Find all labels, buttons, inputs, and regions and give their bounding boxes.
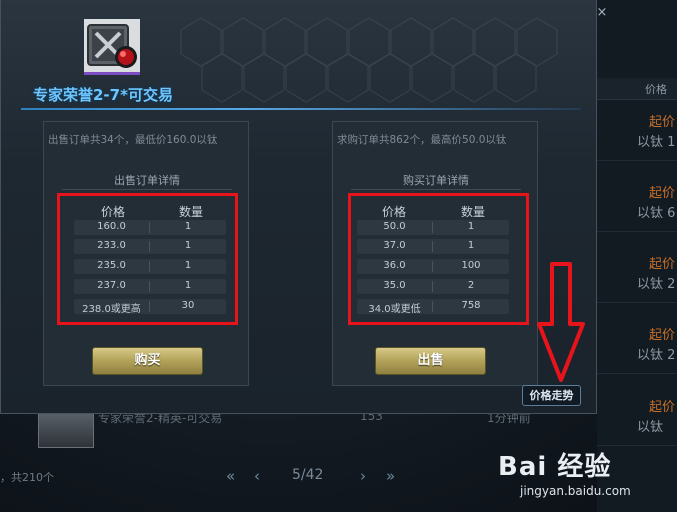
buy-orders-panel: 求购订单共862个，最高价50.0以钛 购买订单详情 价格 数量 50.0 1 … <box>332 121 538 386</box>
subtitle-divider <box>351 189 521 190</box>
list-header: 价格 <box>597 78 677 100</box>
close-icon[interactable]: × <box>596 6 608 20</box>
background-market-list: 价格 起价 以钛 1 起价 以钛 6 起价 以钛 2 起价 以钛 2 起价 以钛 <box>597 0 677 512</box>
list-item-price-label: 起价 <box>649 257 676 272</box>
sell-button[interactable]: 出售 <box>375 347 486 375</box>
sell-orders-panel: 出售订单共34个，最低价160.0以钛 出售订单详情 价格 数量 160.0 1… <box>43 121 249 386</box>
item-crate-icon <box>84 19 140 73</box>
list-item[interactable]: 起价 以钛 1 <box>597 101 677 161</box>
list-item-price-value: 以钛 <box>637 420 664 435</box>
highlight-box <box>57 193 238 325</box>
prev-page-button[interactable]: ‹ <box>254 466 260 486</box>
title-divider <box>21 108 581 110</box>
total-count: ，共210个 <box>0 471 54 484</box>
list-item-price-value: 以钛 2 <box>637 348 676 363</box>
list-item-price-label: 起价 <box>649 115 676 130</box>
list-item-price-label: 起价 <box>649 186 676 201</box>
list-item-price-value: 以钛 2 <box>637 277 676 292</box>
list-item[interactable]: 起价 以钛 <box>597 386 677 446</box>
list-item[interactable]: 起价 以钛 2 <box>597 243 677 303</box>
list-item-price-value: 以钛 1 <box>637 135 676 150</box>
last-page-button[interactable]: » <box>386 466 395 486</box>
list-item-price-label: 起价 <box>649 328 676 343</box>
next-page-button[interactable]: › <box>360 466 366 486</box>
list-item[interactable]: 起价 以钛 6 <box>597 172 677 232</box>
buy-orders-summary: 求购订单共862个，最高价50.0以钛 <box>337 134 507 146</box>
price-column-header: 价格 <box>645 83 667 96</box>
baidu-url: jingyan.baidu.com <box>520 484 631 498</box>
bottom-item-thumbnail <box>38 412 94 448</box>
first-page-button[interactable]: « <box>226 466 235 486</box>
list-item-price-label: 起价 <box>649 400 676 415</box>
page-indicator: 5/42 <box>292 467 324 483</box>
market-screen: 价格 起价 以钛 1 起价 以钛 6 起价 以钛 2 起价 以钛 2 起价 以钛… <box>0 0 677 512</box>
sell-orders-subtitle: 出售订单详情 <box>114 174 180 187</box>
item-trade-popup: 专家荣誉2-7*可交易 出售订单共34个，最低价160.0以钛 出售订单详情 价… <box>0 0 597 414</box>
subtitle-divider <box>62 189 232 190</box>
baidu-logo: Bai 经验 <box>498 452 612 482</box>
sell-orders-summary: 出售订单共34个，最低价160.0以钛 <box>48 134 218 146</box>
list-item[interactable]: 起价 以钛 2 <box>597 314 677 374</box>
item-rarity-bar <box>84 72 140 75</box>
baidu-watermark: Bai 经验 jingyan.baidu.com <box>498 440 648 502</box>
buy-button[interactable]: 购买 <box>92 347 203 375</box>
highlight-box <box>348 193 529 325</box>
item-title: 专家荣誉2-7*可交易 <box>33 86 173 104</box>
red-arrow-annotation <box>537 262 585 382</box>
price-trend-button[interactable]: 价格走势 <box>522 385 581 406</box>
list-item-price-value: 以钛 6 <box>637 206 676 221</box>
buy-orders-subtitle: 购买订单详情 <box>403 174 469 187</box>
